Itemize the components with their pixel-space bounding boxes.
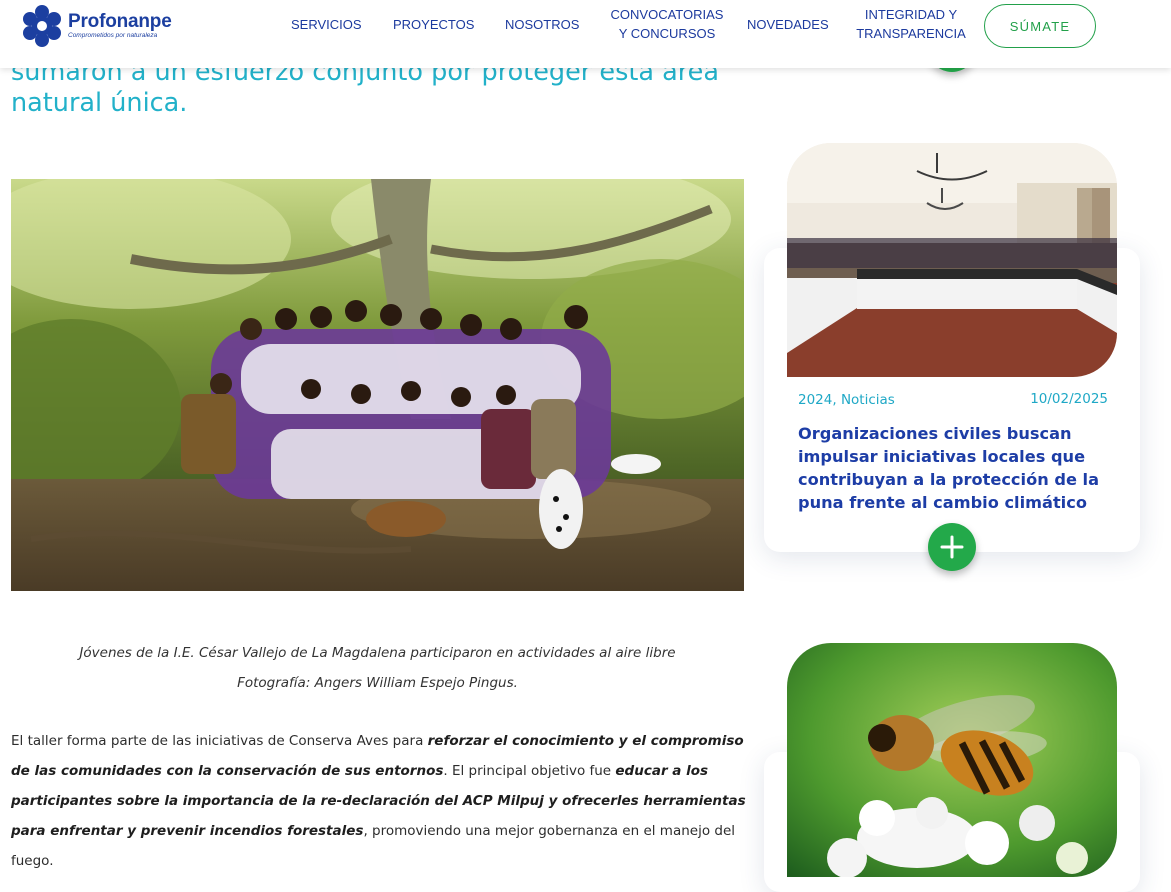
news-card-image[interactable] — [787, 643, 1117, 877]
nav-novedades[interactable]: NOVEDADES — [747, 15, 829, 34]
nav-convocatorias[interactable]: CONVOCATORIAS Y CONCURSOS — [610, 5, 724, 43]
flower-logo-icon — [23, 5, 61, 47]
bee-on-flower-illustration — [787, 643, 1117, 877]
photo-caption-text: Jóvenes de la I.E. César Vallejo de La M… — [79, 645, 676, 661]
card-date: 10/02/2025 — [1030, 391, 1108, 407]
photo-credit: Fotografía: Angers William Espejo Pingus… — [237, 675, 518, 691]
nav-label-line: TRANSPARENCIA — [856, 26, 966, 41]
paragraph-text: . El principal objetivo fue — [443, 763, 616, 779]
nav-label-line: Y CONCURSOS — [618, 26, 716, 41]
article-photo — [11, 179, 744, 591]
site-logo[interactable]: Profonanpe Comprometidos por naturaleza — [20, 4, 180, 48]
logo-name: Profonanpe — [68, 11, 172, 32]
lead-line-2: natural única. — [11, 88, 188, 118]
nav-nosotros[interactable]: NOSOTROS — [505, 15, 579, 34]
meeting-room-illustration — [787, 143, 1117, 377]
article-paragraph: El taller forma parte de las iniciativas… — [11, 726, 746, 876]
group-photo-illustration — [11, 179, 744, 591]
students-group — [181, 300, 611, 499]
paragraph-text: El taller forma parte de las iniciativas… — [11, 733, 428, 749]
card-category[interactable]: 2024, Noticias — [798, 392, 895, 408]
card-title-link[interactable]: Organizaciones civiles buscan impulsar i… — [798, 422, 1118, 514]
nav-proyectos[interactable]: PROYECTOS — [393, 15, 474, 34]
news-card-image[interactable] — [787, 143, 1117, 377]
logo-tagline: Comprometidos por naturaleza — [68, 32, 158, 39]
nav-servicios[interactable]: SERVICIOS — [291, 15, 362, 34]
photo-caption: Jóvenes de la I.E. César Vallejo de La M… — [11, 638, 744, 698]
nav-label-line: INTEGRIDAD Y — [864, 7, 958, 22]
plus-icon — [940, 535, 964, 559]
sumate-button[interactable]: SÚMATE — [984, 4, 1096, 48]
logo-wordmark: Profonanpe Comprometidos por naturaleza — [68, 12, 172, 40]
nav-integridad[interactable]: INTEGRIDAD Y TRANSPARENCIA — [856, 5, 966, 43]
site-header: Profonanpe Comprometidos por naturaleza … — [0, 0, 1171, 68]
card-expand-button[interactable] — [928, 523, 976, 571]
nav-label-line: CONVOCATORIAS — [610, 7, 724, 22]
